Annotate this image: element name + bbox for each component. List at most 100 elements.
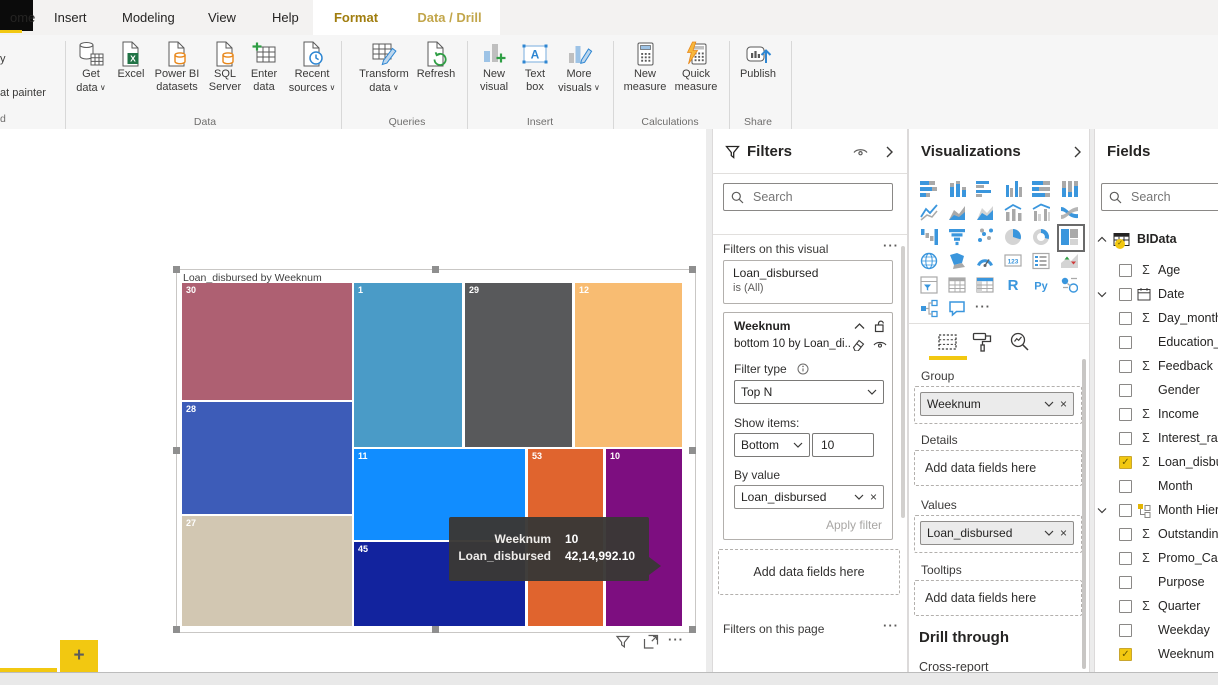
- matrix-visual-icon[interactable]: [976, 275, 998, 297]
- filter-card-weeknum[interactable]: Weeknum bottom 10 by Loan_di... Filter t…: [723, 312, 893, 540]
- filters-scrollbar[interactable]: [901, 246, 905, 518]
- show-items-mode-dropdown[interactable]: Bottom: [734, 433, 810, 457]
- 100-stacked-column-chart-visual-icon[interactable]: [1060, 179, 1082, 201]
- slicer-visual-icon[interactable]: [920, 275, 942, 297]
- gauge-visual-icon[interactable]: [976, 251, 998, 273]
- field-checkbox[interactable]: [1119, 504, 1132, 517]
- line-chart-visual-icon[interactable]: [920, 203, 942, 225]
- new-visual-button[interactable]: Newvisual: [472, 40, 516, 94]
- selection-handle[interactable]: [173, 266, 180, 273]
- decomposition-tree-visual-icon[interactable]: [920, 299, 942, 321]
- field-checkbox[interactable]: [1119, 624, 1132, 637]
- field-checkbox[interactable]: [1119, 408, 1132, 421]
- transform-data-button[interactable]: Transformdata ∨: [352, 40, 416, 95]
- text-box-button[interactable]: ATextbox: [515, 40, 555, 94]
- stacked-bar-chart-visual-icon[interactable]: [920, 179, 942, 201]
- field-checkbox[interactable]: [1119, 264, 1132, 277]
- field-checkbox[interactable]: [1119, 480, 1132, 493]
- collapse-table-icon[interactable]: [1097, 236, 1109, 243]
- remove-field-icon[interactable]: ×: [870, 490, 877, 504]
- field-checkbox[interactable]: ✓: [1119, 648, 1132, 661]
- clustered-bar-chart-visual-icon[interactable]: [976, 179, 998, 201]
- collapse-card-icon[interactable]: [854, 322, 865, 330]
- publish-button[interactable]: Publish: [733, 40, 783, 81]
- treemap-visual-icon[interactable]: [1060, 227, 1082, 249]
- refresh-button[interactable]: Refresh: [411, 40, 461, 81]
- remove-field-icon[interactable]: ×: [1060, 526, 1067, 540]
- treemap-visual-container[interactable]: Loan_disbursed by Weeknum 30129122827114…: [176, 269, 696, 633]
- by-value-field-chip[interactable]: Loan_disbursed ×: [734, 485, 884, 509]
- field-checkbox[interactable]: [1119, 384, 1132, 397]
- table-biData-row[interactable]: ✓ BIData: [1095, 227, 1218, 251]
- field-checkbox[interactable]: [1119, 528, 1132, 541]
- more-visuals-button[interactable]: Morevisuals ∨: [551, 40, 607, 95]
- report-canvas[interactable]: Loan_disbursed by Weeknum 30129122827114…: [0, 129, 707, 672]
- field-item-weekday[interactable]: Weekday: [1095, 618, 1218, 642]
- field-checkbox[interactable]: ✓: [1119, 456, 1132, 469]
- fields-search-input[interactable]: [1129, 189, 1218, 205]
- map-visual-icon[interactable]: [920, 251, 942, 273]
- details-well[interactable]: Add data fields here: [914, 450, 1082, 486]
- filters-search-box[interactable]: [723, 183, 893, 211]
- field-item-outstandin[interactable]: ΣOutstandin: [1095, 522, 1218, 546]
- selection-handle[interactable]: [689, 447, 696, 454]
- filters-on-visual-more-icon[interactable]: ···: [883, 238, 899, 253]
- treemap-tile-weeknum-1[interactable]: 1: [354, 283, 462, 447]
- waterfall-chart-visual-icon[interactable]: [920, 227, 942, 249]
- field-checkbox[interactable]: [1119, 600, 1132, 613]
- card-visual-icon[interactable]: 123: [1004, 251, 1026, 273]
- chevron-down-icon[interactable]: [1044, 530, 1054, 536]
- field-item-education-[interactable]: Education_: [1095, 330, 1218, 354]
- field-checkbox[interactable]: [1119, 360, 1132, 373]
- excel-button[interactable]: XExcel: [111, 40, 151, 81]
- new-page-button[interactable]: +: [60, 640, 98, 672]
- analytics-tab-icon[interactable]: [1009, 331, 1031, 353]
- field-checkbox[interactable]: [1119, 336, 1132, 349]
- treemap-tile-weeknum-12[interactable]: 12: [575, 283, 682, 447]
- field-item-month-hier[interactable]: Month Hier: [1095, 498, 1218, 522]
- lock-icon[interactable]: [874, 320, 886, 333]
- filter-type-dropdown[interactable]: Top N: [734, 380, 884, 404]
- field-item-month[interactable]: Month: [1095, 474, 1218, 498]
- selection-handle[interactable]: [689, 626, 696, 633]
- field-item-date[interactable]: Date: [1095, 282, 1218, 306]
- field-item-purpose[interactable]: Purpose: [1095, 570, 1218, 594]
- focus-mode-icon[interactable]: [643, 634, 659, 650]
- more-visual-types-icon[interactable]: ···: [975, 299, 991, 314]
- funnel-chart-visual-icon[interactable]: [948, 227, 970, 249]
- menu-item-help[interactable]: Help: [268, 0, 303, 35]
- treemap-tile-weeknum-29[interactable]: 29: [465, 283, 572, 447]
- expand-field-icon[interactable]: [1097, 291, 1109, 298]
- scatter-chart-visual-icon[interactable]: [976, 227, 998, 249]
- hide-filter-eye-icon[interactable]: [873, 340, 887, 350]
- new-measure-button[interactable]: Newmeasure: [617, 40, 673, 94]
- line-and-clustered-column-chart-visual-icon[interactable]: [1032, 203, 1054, 225]
- donut-chart-visual-icon[interactable]: [1032, 227, 1054, 249]
- menu-item-modeling[interactable]: Modeling: [118, 0, 179, 35]
- selection-handle[interactable]: [432, 626, 439, 633]
- remove-field-icon[interactable]: ×: [1060, 397, 1067, 411]
- line-and-stacked-column-chart-visual-icon[interactable]: [1004, 203, 1026, 225]
- field-checkbox[interactable]: [1119, 552, 1132, 565]
- collapse-filters-pane-icon[interactable]: [885, 145, 894, 159]
- field-item-loan-disbu[interactable]: ✓ΣLoan_disbu: [1095, 450, 1218, 474]
- visual-more-options-icon[interactable]: ···: [668, 632, 684, 647]
- key-influencers-visual-icon[interactable]: [1060, 275, 1082, 297]
- field-item-interest-rat[interactable]: ΣInterest_rat: [1095, 426, 1218, 450]
- field-item-feedback[interactable]: ΣFeedback: [1095, 354, 1218, 378]
- filters-search-input[interactable]: [751, 189, 892, 205]
- sql-server-button[interactable]: SQLServer: [202, 40, 248, 94]
- area-chart-visual-icon[interactable]: [948, 203, 970, 225]
- recent-sources-button[interactable]: Recentsources ∨: [285, 40, 339, 95]
- field-item-day-month[interactable]: ΣDay_month: [1095, 306, 1218, 330]
- treemap-tile-weeknum-27[interactable]: 27: [182, 516, 352, 626]
- visual-filter-icon[interactable]: [615, 634, 631, 650]
- field-item-age[interactable]: ΣAge: [1095, 258, 1218, 282]
- show-items-count-field[interactable]: [812, 433, 874, 457]
- treemap-tile-weeknum-28[interactable]: 28: [182, 402, 352, 514]
- chevron-down-icon[interactable]: [1044, 401, 1054, 407]
- ribbon-chart-visual-icon[interactable]: [1060, 203, 1082, 225]
- clear-filter-eraser-icon[interactable]: [852, 339, 865, 351]
- quick-measure-button[interactable]: Quickmeasure: [667, 40, 725, 94]
- r-script-visual-icon[interactable]: R: [1004, 275, 1026, 297]
